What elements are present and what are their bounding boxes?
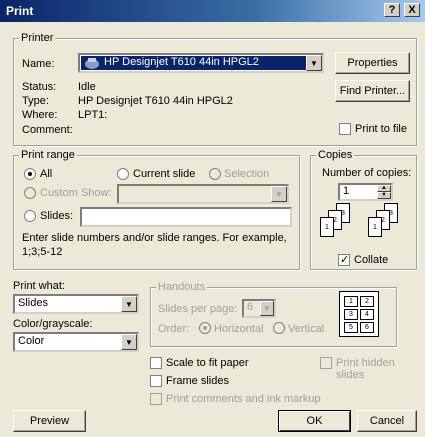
custom-show-select[interactable]: ▼	[117, 184, 289, 204]
type-value: HP Designjet T610 44in HPGL2	[78, 95, 233, 107]
where-label: Where:	[22, 109, 58, 121]
slides-per-page-select[interactable]: 6 ▼	[242, 299, 276, 318]
radio-current-slide-label: Current slide	[133, 168, 196, 180]
copies-spinner[interactable]: 1 ▲ ▼	[338, 183, 393, 201]
color-label: Color/grayscale:	[13, 318, 93, 330]
radio-horizontal[interactable]	[199, 322, 211, 334]
handout-page: 5	[344, 322, 358, 333]
page-icon: 1	[368, 217, 382, 237]
properties-button[interactable]: Properties	[335, 52, 410, 74]
spinner-up-icon[interactable]: ▲	[377, 185, 391, 192]
print-comments-checkbox[interactable]	[150, 393, 162, 405]
radio-vertical-label: Vertical	[288, 323, 325, 335]
window-title: Print	[6, 4, 34, 18]
find-printer-button[interactable]: Find Printer...	[335, 80, 410, 102]
collate-stack-1: 3 2 1	[318, 203, 363, 248]
scale-to-fit-label: Scale to fit paper	[166, 357, 249, 369]
printer-name-select[interactable]: HP Designjet T610 44in HPGL2 ▼	[78, 53, 324, 73]
copies-group-label: Copies	[316, 149, 355, 161]
handout-page: 2	[360, 296, 374, 307]
print-what-label: Print what:	[13, 280, 65, 292]
radio-custom-show-label: Custom Show:	[40, 187, 112, 199]
print-to-file-checkbox[interactable]	[339, 123, 351, 135]
collate-stack-2: 3 2 1	[366, 203, 411, 248]
cancel-button[interactable]: Cancel	[357, 410, 417, 432]
number-of-copies-label: Number of copies:	[322, 167, 412, 179]
radio-custom-show[interactable]	[24, 187, 36, 199]
ok-button[interactable]: OK	[278, 410, 351, 432]
checkmark-icon: ✓	[340, 254, 350, 266]
chevron-down-icon[interactable]: ▼	[260, 301, 274, 316]
order-label: Order:	[158, 323, 190, 335]
color-value: Color	[18, 335, 45, 347]
radio-current-slide[interactable]	[117, 168, 129, 180]
frame-slides-label: Frame slides	[166, 375, 229, 387]
radio-slides-label: Slides:	[40, 210, 74, 222]
slides-input[interactable]	[80, 207, 292, 227]
radio-all-label: All	[40, 168, 53, 180]
copies-value: 1	[343, 185, 350, 197]
where-value: LPT1:	[78, 109, 108, 121]
printer-icon	[84, 57, 100, 69]
radio-vertical[interactable]	[273, 322, 285, 334]
handout-preview: 1 2 3 4 5 6	[339, 291, 379, 337]
radio-slides[interactable]	[24, 210, 36, 222]
page-icon: 1	[320, 217, 334, 237]
print-what-value: Slides	[18, 297, 48, 309]
comment-label: Comment:	[22, 124, 73, 136]
collate-label: Collate	[354, 254, 389, 266]
printer-name-label: Name:	[22, 58, 55, 70]
handouts-group-label: Handouts	[156, 281, 208, 293]
scale-to-fit-checkbox[interactable]	[150, 357, 162, 369]
print-what-select[interactable]: Slides ▼	[13, 294, 139, 314]
printer-group-label: Printer	[19, 32, 56, 44]
handout-page: 3	[344, 309, 358, 320]
slides-per-page-value: 6	[247, 301, 254, 313]
handout-page: 1	[344, 296, 358, 307]
radio-horizontal-label: Horizontal	[214, 323, 264, 335]
print-range-group-label: Print range	[19, 149, 77, 161]
type-label: Type:	[22, 95, 49, 107]
chevron-down-icon[interactable]: ▼	[121, 334, 137, 350]
radio-all[interactable]	[24, 168, 36, 180]
status-value: Idle	[78, 81, 96, 93]
frame-slides-checkbox[interactable]	[150, 375, 162, 387]
chevron-down-icon[interactable]: ▼	[271, 186, 287, 202]
print-range-hint: Enter slide numbers and/or slide ranges.…	[22, 232, 287, 258]
color-select[interactable]: Color ▼	[13, 332, 139, 352]
help-button[interactable]: ?	[384, 3, 400, 17]
title-bar	[0, 0, 425, 22]
radio-selection[interactable]	[209, 168, 221, 180]
spinner-down-icon[interactable]: ▼	[377, 192, 391, 199]
slides-per-page-label: Slides per page:	[158, 303, 238, 315]
collate-checkbox[interactable]: ✓	[338, 254, 350, 266]
radio-selection-label: Selection	[224, 168, 270, 180]
handout-page: 4	[360, 309, 374, 320]
print-to-file-label: Print to file	[355, 123, 407, 135]
print-hidden-checkbox[interactable]	[320, 357, 332, 369]
chevron-down-icon[interactable]: ▼	[306, 55, 322, 71]
status-label: Status:	[22, 81, 57, 93]
print-hidden-label: Print hidden slides	[336, 357, 395, 381]
close-button[interactable]: X	[404, 3, 420, 17]
preview-button[interactable]: Preview	[13, 410, 86, 432]
print-comments-label: Print comments and ink markup	[166, 393, 321, 405]
handout-page: 6	[360, 322, 374, 333]
printer-name-value: HP Designjet T610 44in HPGL2	[104, 56, 259, 68]
chevron-down-icon[interactable]: ▼	[121, 296, 137, 312]
